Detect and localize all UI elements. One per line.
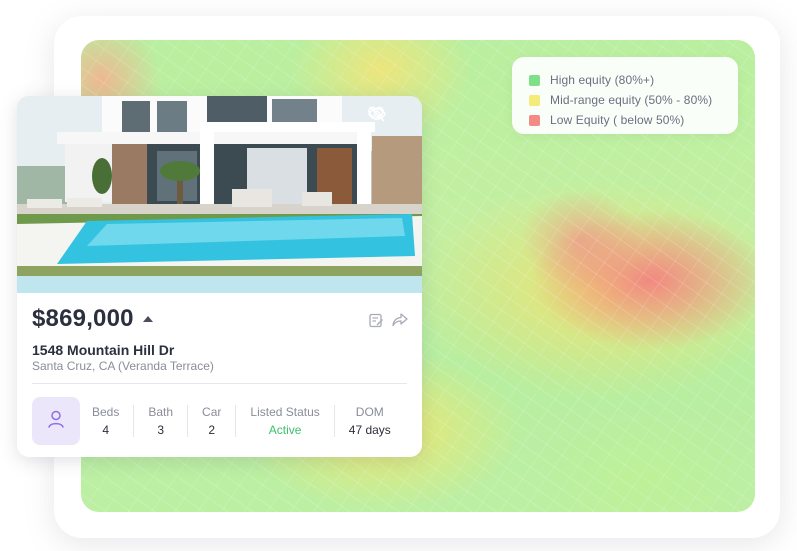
stat-car-value: 2	[208, 423, 216, 437]
price-row: $869,000	[32, 305, 153, 333]
listing-address: 1548 Mountain Hill Dr	[32, 342, 175, 358]
user-icon	[47, 409, 65, 434]
legend-swatch-mid	[529, 94, 540, 106]
legend-item-low: Low Equity ( below 50%)	[529, 110, 738, 130]
heatmap-legend: High equity (80%+) Mid-range equity (50%…	[512, 57, 738, 134]
stat-beds-label: Beds	[92, 405, 120, 419]
stat-beds: Beds 4	[92, 405, 133, 437]
stat-status-label: Listed Status	[250, 405, 320, 419]
photo-icon-group	[368, 106, 410, 124]
legend-swatch-low	[529, 114, 540, 126]
stat-dom-label: DOM	[355, 405, 384, 419]
stat-beds-value: 4	[102, 423, 110, 437]
stat-dom: DOM 47 days	[333, 405, 405, 437]
stat-status: Listed Status Active	[235, 405, 333, 437]
listing-card[interactable]: $869,000 1548 Mountain Hill Dr Santa Cru…	[17, 96, 422, 457]
house-illustration	[17, 96, 422, 293]
share-icon[interactable]	[392, 312, 408, 328]
stat-car-label: Car	[202, 405, 222, 419]
legend-item-high: High equity (80%+)	[529, 70, 738, 90]
stat-bath-label: Bath	[148, 405, 174, 419]
listing-price: $869,000	[32, 305, 134, 332]
eye-off-icon[interactable]	[368, 106, 410, 124]
legend-label-high: High equity (80%+)	[550, 73, 655, 87]
stat-bath-value: 3	[157, 423, 165, 437]
stat-dom-value: 47 days	[348, 423, 391, 437]
stat-bath: Bath 3	[133, 405, 187, 437]
legend-label-low: Low Equity ( below 50%)	[550, 113, 685, 127]
triangle-up-icon	[142, 316, 153, 322]
stat-car: Car 2	[187, 405, 235, 437]
agent-avatar[interactable]	[32, 397, 80, 445]
card-divider	[32, 383, 407, 384]
listing-locality: Santa Cruz, CA (Veranda Terrace)	[32, 359, 214, 373]
stats-row: Beds 4 Bath 3 Car 2 Listed Status Active…	[32, 397, 410, 445]
listing-photo[interactable]	[17, 96, 422, 293]
legend-swatch-high	[529, 74, 540, 86]
legend-item-mid: Mid-range equity (50% - 80%)	[529, 90, 738, 110]
legend-label-mid: Mid-range equity (50% - 80%)	[550, 93, 713, 107]
card-actions	[368, 312, 408, 328]
edit-note-icon[interactable]	[368, 312, 384, 328]
stat-status-value: Active	[268, 423, 302, 437]
